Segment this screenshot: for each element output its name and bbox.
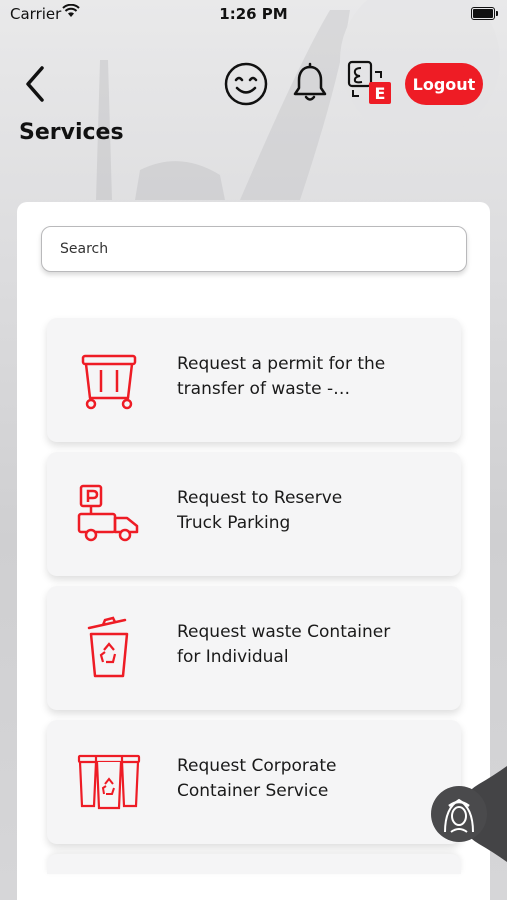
assistant-tab <box>427 766 507 862</box>
virtual-assistant-icon <box>432 787 486 841</box>
language-switch-icon: E <box>347 60 391 104</box>
next-service-card-edge <box>47 854 461 874</box>
recycle-bin-icon <box>87 616 129 678</box>
waste-bin-cart-icon <box>81 354 137 410</box>
feedback-button[interactable] <box>223 61 269 107</box>
back-button[interactable] <box>18 62 54 106</box>
service-label: Request waste Container for Individual <box>177 622 391 667</box>
search-input[interactable] <box>42 227 466 271</box>
clock: 1:26 PM <box>219 5 288 23</box>
services-list: Request a permit for the transfer of was… <box>47 318 461 854</box>
status-bar: Carrier 1:26 PM <box>0 0 507 28</box>
service-card-corporate-container[interactable]: Request Corporate Container Service <box>47 720 461 844</box>
bell-icon <box>293 62 327 101</box>
service-card-individual-container[interactable]: Request waste Container for Individual <box>47 586 461 710</box>
search-box <box>41 226 467 272</box>
page-title: Services <box>19 120 124 145</box>
assistant-button[interactable] <box>431 786 487 842</box>
truck-parking-icon <box>77 484 139 542</box>
service-label: Request Corporate Container Service <box>177 756 337 801</box>
notifications-button[interactable] <box>290 62 330 106</box>
service-card-waste-transfer-permit[interactable]: Request a permit for the transfer of was… <box>47 318 461 442</box>
language-badge: E <box>375 84 386 103</box>
service-card-truck-parking[interactable]: Request to Reserve Truck Parking <box>47 452 461 576</box>
logout-button[interactable]: Logout <box>405 63 483 105</box>
service-label: Request to Reserve Truck Parking <box>177 488 343 533</box>
services-panel: Request a permit for the transfer of was… <box>17 202 490 900</box>
smiley-icon <box>224 62 268 106</box>
service-label: Request a permit for the transfer of was… <box>177 354 386 399</box>
language-button[interactable]: E <box>345 58 393 106</box>
corporate-containers-icon <box>77 754 141 810</box>
battery-icon <box>471 7 498 20</box>
chevron-left-icon <box>26 66 44 102</box>
